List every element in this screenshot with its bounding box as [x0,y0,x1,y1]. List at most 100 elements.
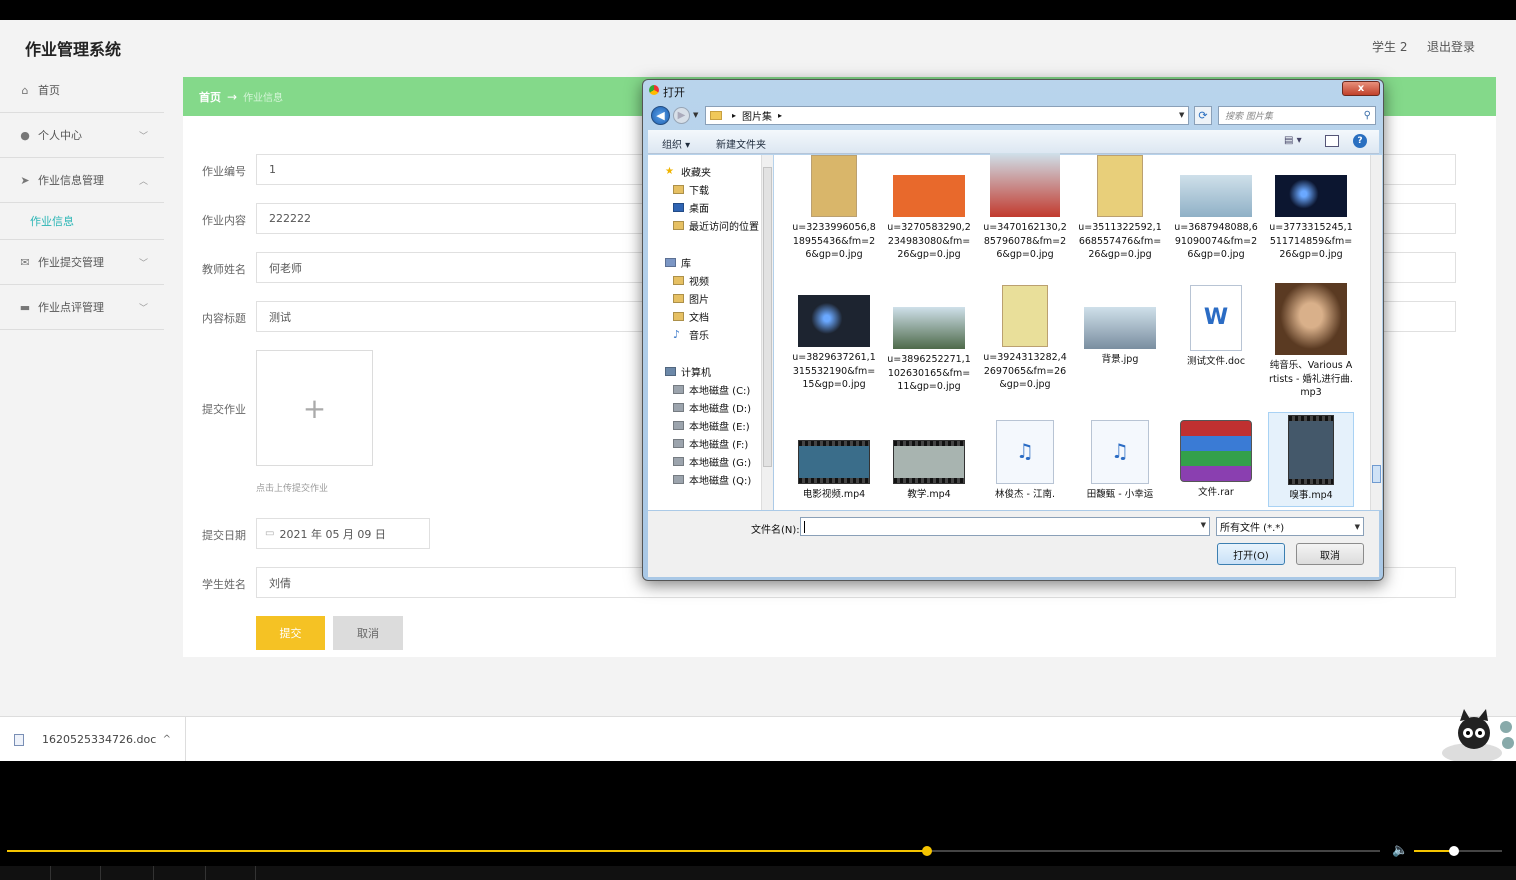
file-item[interactable]: 嗅事.mp4 [1268,412,1354,507]
file-item[interactable]: u=3233996056,818955436&fm=26&gp=0.jpg [791,153,877,262]
volume-icon[interactable]: 🔈 [1392,843,1408,858]
nav-item[interactable]: 图片 [673,291,709,306]
file-name: u=3687948088,691090074&fm=26&gp=0.jpg [1174,222,1258,260]
file-item[interactable]: 背景.jpg [1077,283,1163,367]
nav-item[interactable]: 文档 [673,309,709,324]
file-item[interactable]: u=3511322592,1668557476&fm=26&gp=0.jpg [1077,153,1163,262]
nav-item[interactable]: 本地磁盘 (F:) [673,436,748,451]
nav-item[interactable]: 本地磁盘 (C:) [673,382,750,397]
back-button[interactable]: ◀ [651,106,670,125]
file-name: u=3470162130,285796078&fm=26&gp=0.jpg [983,222,1067,260]
open-file-dialog: 打开 x ◀ ▶ ▼ ▸ 图片集 ▸ ▼ ⟳ 搜索 图片集 ⚲ 组织 ▾ 新建文… [642,79,1384,581]
file-item[interactable]: u=3270583290,2234983080&fm=26&gp=0.jpg [886,153,972,262]
file-item[interactable]: 纯音乐、Various Artists - 婚礼进行曲.mp3 [1268,283,1354,400]
file-item[interactable]: u=3773315245,1511714859&fm=26&gp=0.jpg [1268,153,1354,262]
nav-item[interactable]: ♪ 音乐 [673,327,709,342]
forward-button[interactable]: ▶ [673,107,690,124]
file-item[interactable]: 电影视频.mp4 [791,412,877,507]
file-item[interactable]: 文件.rar [1173,412,1259,507]
file-item[interactable]: u=3829637261,1315532190&fm=15&gp=0.jpg [791,283,877,392]
sidebar-item-profile[interactable]: ● 个人中心 ﹀ [0,113,164,158]
chevron-down-icon[interactable]: ▼ [1201,521,1206,529]
open-button[interactable]: 打开(O) [1217,543,1285,565]
file-scrollbar-thumb[interactable] [1372,465,1381,483]
sidebar-item-label: 个人中心 [38,129,82,142]
file-item[interactable]: W 测试文件.doc [1173,283,1259,369]
nav-item[interactable]: 库 [665,255,691,270]
nav-item[interactable]: 最近访问的位置 [673,218,759,233]
address-dropdown-icon[interactable]: ▼ [1179,111,1184,119]
monitor-icon: ▬ [19,300,31,314]
view-menu[interactable]: ▤ ▾ [1284,135,1310,146]
nav-item[interactable]: 本地磁盘 (Q:) [673,472,751,487]
sidebar-subitem-homework-info[interactable]: 作业信息 [0,203,164,240]
current-user[interactable]: 学生 2 [1372,38,1407,55]
file-name: 电影视频.mp4 [802,489,866,500]
file-name: 田馥甄 - 小幸运 [1086,489,1154,500]
nav-item[interactable]: 下载 [673,182,709,197]
file-item[interactable]: 教学.mp4 [886,412,972,507]
path-separator[interactable]: ▸ [778,111,782,120]
sidebar-item-home[interactable]: ⌂ 首页 [0,68,164,113]
preview-pane-icon[interactable] [1325,135,1339,147]
nav-item[interactable]: 本地磁盘 (G:) [673,454,751,469]
address-bar[interactable]: ▸ 图片集 ▸ [705,106,1189,125]
calendar-icon: ▭ [265,528,275,539]
nav-item-label: 最近访问的位置 [689,222,759,233]
nav-item[interactable]: 本地磁盘 (E:) [673,418,750,433]
sidebar-item-submission-mgmt[interactable]: ✉ 作业提交管理 ﹀ [0,240,164,285]
nav-item[interactable]: 桌面 [673,200,709,215]
history-dropdown-icon[interactable]: ▼ [693,111,698,119]
organize-menu[interactable]: 组织 ▾ [662,136,690,151]
file-name: u=3924313282,42697065&fm=26&gp=0.jpg [983,352,1067,390]
nav-item[interactable]: ★ 收藏夹 [665,164,711,179]
filetype-select[interactable]: 所有文件 (*.*) ▼ [1216,517,1364,536]
sidebar-item-homework-info-mgmt[interactable]: ➤ 作业信息管理 ︿ [0,158,164,203]
file-item[interactable]: ♫ 田馥甄 - 小幸运 [1077,412,1163,507]
nav-item-label: 桌面 [689,204,709,215]
nav-item-label: 本地磁盘 (G:) [689,458,752,469]
progress-handle[interactable] [921,846,932,856]
file-scrollbar[interactable] [1370,155,1382,510]
file-item[interactable]: u=3924313282,42697065&fm=26&gp=0.jpg [982,283,1068,392]
image-thumbnail [990,153,1060,217]
nav-scrollbar-thumb[interactable] [763,167,772,467]
file-item[interactable]: u=3470162130,285796078&fm=26&gp=0.jpg [982,153,1068,262]
breadcrumb-home[interactable]: 首页 [199,89,221,105]
file-item[interactable]: u=3687948088,691090074&fm=26&gp=0.jpg [1173,153,1259,262]
dialog-cancel-button[interactable]: 取消 [1296,543,1364,565]
folder-icon [673,276,684,285]
sidebar-item-review-mgmt[interactable]: ▬ 作业点评管理 ﹀ [0,285,164,330]
image-thumbnail [893,175,965,217]
desk-icon [673,203,684,212]
nav-scrollbar[interactable] [761,155,773,510]
path-segment[interactable]: 图片集 [742,108,772,123]
search-input[interactable]: 搜索 图片集 ⚲ [1218,106,1376,125]
file-item[interactable]: ♫ 林俊杰 - 江南. [982,412,1068,507]
file-item[interactable]: u=3896252271,1102630165&fm=11&gp=0.jpg [886,283,972,394]
progress-fill [7,850,927,852]
chevron-up-icon[interactable]: ^ [163,734,171,745]
help-icon[interactable]: ? [1353,134,1367,148]
app-title: 作业管理系统 [25,40,122,59]
folder-icon [673,185,684,194]
cancel-button[interactable]: 取消 [333,616,403,650]
upload-button[interactable]: + [256,350,373,466]
progress-track[interactable] [7,846,1380,856]
new-folder-button[interactable]: 新建文件夹 [716,136,766,151]
nav-item[interactable]: 视频 [673,273,709,288]
path-separator[interactable]: ▸ [732,111,736,120]
refresh-button[interactable]: ⟳ [1194,106,1212,125]
download-item[interactable]: 1620525334726.doc ^ [0,717,186,761]
volume-track[interactable] [1414,846,1502,856]
submit-button[interactable]: 提交 [256,616,325,650]
nav-item[interactable]: 本地磁盘 (D:) [673,400,751,415]
volume-handle[interactable] [1448,846,1459,856]
close-button[interactable]: x [1342,81,1380,96]
logout-link[interactable]: 退出登录 [1427,38,1475,55]
search-icon[interactable]: ⚲ [1364,110,1371,121]
file-name: 嗅事.mp4 [1289,490,1333,501]
date-picker[interactable]: ▭ 2021 年 05 月 09 日 [256,518,430,549]
filename-input[interactable]: ▼ [800,517,1210,536]
nav-item[interactable]: 计算机 [665,364,711,379]
